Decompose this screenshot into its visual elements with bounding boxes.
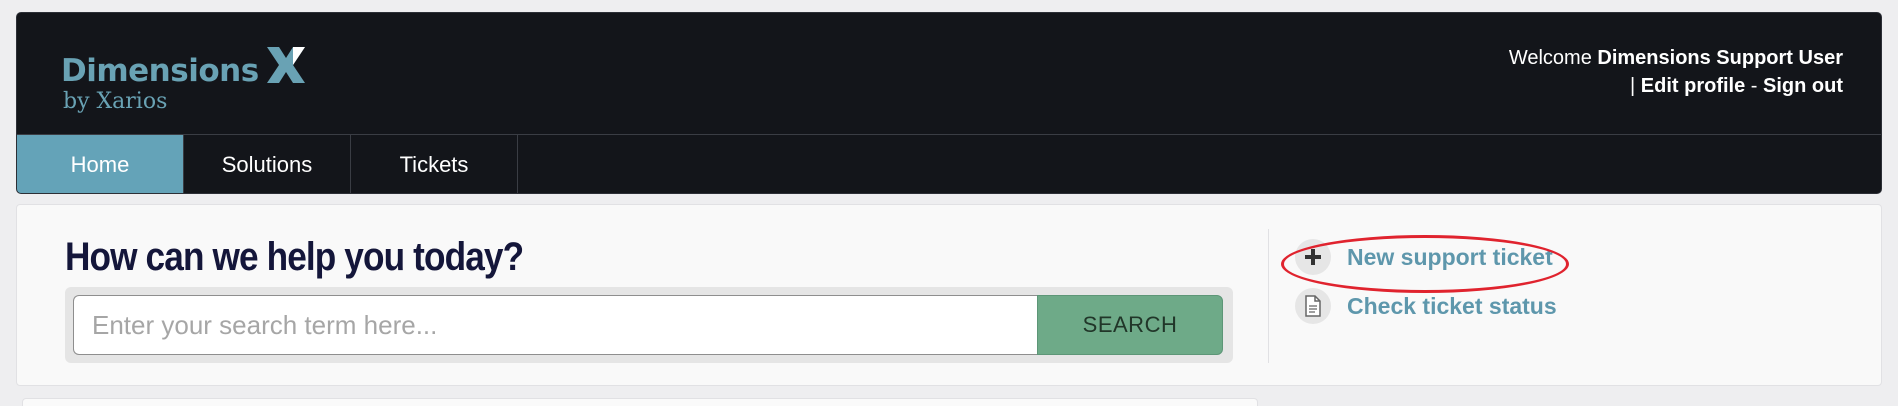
separator: | [1630, 75, 1636, 97]
check-ticket-status-link[interactable]: Check ticket status [1295, 288, 1557, 324]
help-panel: How can we help you today? SEARCH New su… [16, 204, 1882, 386]
logo-name: Dimensions [61, 53, 259, 89]
search-bar: SEARCH [65, 287, 1233, 363]
site-header: Dimensions by Xarios Welcome Dimensions … [16, 12, 1882, 194]
panel-divider [1268, 229, 1269, 363]
nav-tab-solutions[interactable]: Solutions [184, 135, 351, 193]
logo-x-mark-icon [267, 47, 305, 83]
content-panel-edge [22, 398, 1258, 406]
search-button[interactable]: SEARCH [1037, 295, 1223, 355]
dash-separator: - [1750, 75, 1758, 97]
dimensions-logo[interactable]: Dimensions by Xarios [45, 35, 335, 121]
document-icon [1295, 288, 1331, 324]
nav-tab-home[interactable]: Home [17, 135, 184, 193]
edit-profile-link[interactable]: Edit profile [1641, 75, 1745, 97]
help-title: How can we help you today? [65, 235, 524, 279]
user-name: Dimensions Support User [1597, 47, 1843, 69]
logo-subtitle: by Xarios [63, 89, 168, 114]
welcome-text: Welcome [1508, 47, 1592, 69]
search-input[interactable] [73, 295, 1037, 355]
user-menu: Welcome Dimensions Support User | Edit p… [1509, 44, 1843, 100]
sign-out-link[interactable]: Sign out [1763, 75, 1843, 97]
nav-tab-tickets[interactable]: Tickets [351, 135, 518, 193]
red-annotation-circle [1281, 235, 1569, 293]
check-ticket-status-label: Check ticket status [1347, 292, 1557, 319]
main-nav: Home Solutions Tickets [17, 134, 1881, 193]
